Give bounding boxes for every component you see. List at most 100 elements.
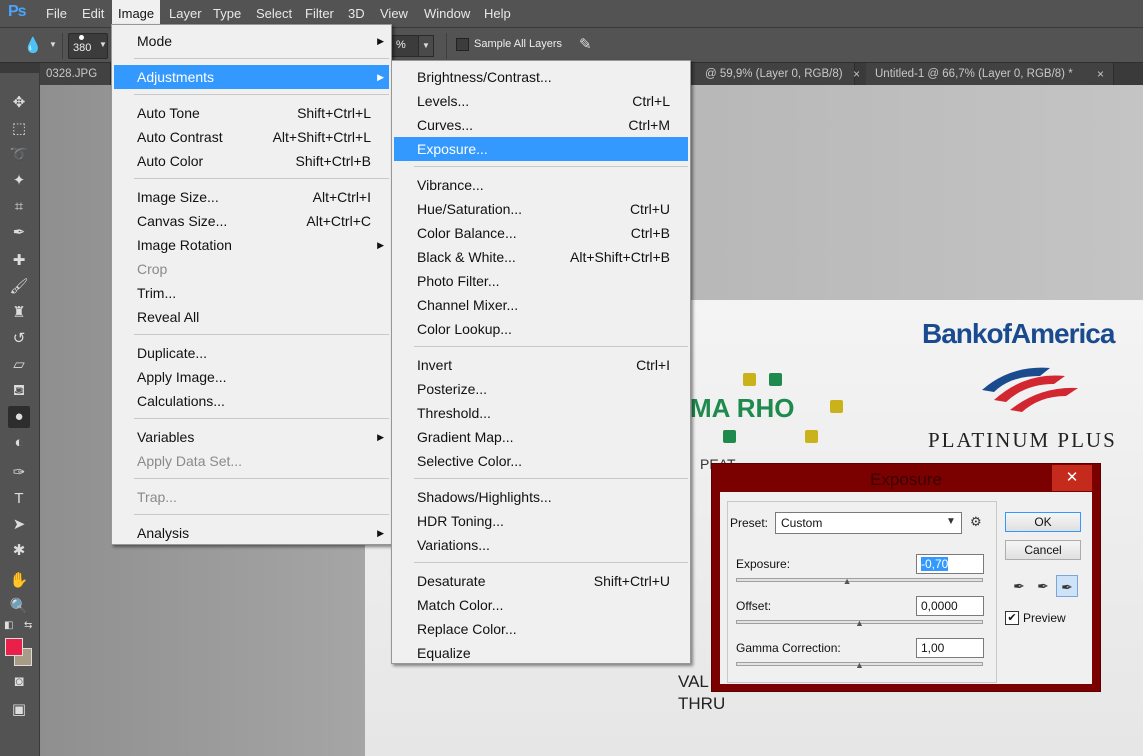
swap-colors-icon[interactable]: ⇆	[24, 620, 32, 631]
pen-tool-icon[interactable]: ✑	[8, 462, 30, 484]
blur-drop-icon[interactable]: 💧	[22, 35, 44, 57]
move-tool-icon[interactable]: ✥	[8, 92, 30, 114]
eraser-tool-icon[interactable]: ▱	[8, 354, 30, 376]
menu-item-hue-saturation[interactable]: Hue/Saturation... Ctrl+U	[394, 197, 688, 221]
menu-item-posterize[interactable]: Posterize...	[394, 377, 688, 401]
menu-item-canvas-size[interactable]: Canvas Size... Alt+Ctrl+C	[114, 209, 389, 233]
lasso-tool-icon[interactable]: ➰	[8, 144, 30, 166]
preset-select[interactable]: Custom	[775, 512, 962, 534]
strength-dropdown-icon[interactable]: ▼	[418, 36, 433, 56]
menu-item-calculations[interactable]: Calculations...	[114, 389, 389, 413]
magic-wand-tool-icon[interactable]: ✦	[8, 170, 30, 192]
gamma-slider-thumb[interactable]: ▲	[855, 661, 865, 670]
preset-options-gear-icon[interactable]: ⚙	[970, 514, 982, 530]
menu-item-replace-color[interactable]: Replace Color...	[394, 617, 688, 641]
menu-item-trim[interactable]: Trim...	[114, 281, 389, 305]
tab-close-icon[interactable]: ×	[853, 63, 860, 85]
sample-all-layers-checkbox[interactable]	[456, 38, 469, 51]
menu-edit[interactable]: Edit	[76, 0, 110, 28]
menu-item-photo-filter[interactable]: Photo Filter...	[394, 269, 688, 293]
shape-tool-icon[interactable]: ✱	[8, 540, 30, 562]
offset-input[interactable]: 0,0000	[916, 596, 984, 616]
menu-help[interactable]: Help	[478, 0, 517, 28]
document-tab-1[interactable]: 0328.JPG @	[40, 63, 111, 102]
paint-bucket-tool-icon[interactable]: ⛾	[8, 380, 30, 402]
offset-slider-thumb[interactable]: ▲	[855, 619, 865, 628]
dialog-close-button[interactable]: ✕	[1052, 465, 1092, 491]
marquee-tool-icon[interactable]: ⬚	[8, 118, 30, 140]
menu-item-channel-mixer[interactable]: Channel Mixer...	[394, 293, 688, 317]
tab-close-icon[interactable]: ×	[1097, 63, 1104, 85]
menu-item-brightness-contrast[interactable]: Brightness/Contrast...	[394, 65, 688, 89]
foreground-color-swatch[interactable]	[5, 638, 23, 656]
path-selection-tool-icon[interactable]: ➤	[8, 514, 30, 536]
menu-item-label: Auto Color	[137, 153, 204, 169]
menu-item-exposure[interactable]: Exposure...	[394, 137, 688, 161]
cancel-button[interactable]: Cancel	[1005, 540, 1081, 560]
card-thru-text: THRU	[678, 694, 726, 713]
menu-item-black-white[interactable]: Black & White... Alt+Shift+Ctrl+B	[394, 245, 688, 269]
menu-item-shadows-highlights[interactable]: Shadows/Highlights...	[394, 485, 688, 509]
screen-mode-icon[interactable]: ▣	[8, 699, 30, 721]
menu-item-curves[interactable]: Curves... Ctrl+M	[394, 113, 688, 137]
exposure-slider-thumb[interactable]: ▲	[842, 577, 852, 586]
white-point-eyedropper-icon[interactable]: ✒	[1056, 575, 1078, 597]
default-colors-icon[interactable]: ◧	[4, 620, 13, 631]
menu-item-selective-color[interactable]: Selective Color...	[394, 449, 688, 473]
menu-item-analysis[interactable]: Analysis ▶	[114, 521, 389, 545]
tools-panel-header[interactable]	[0, 63, 40, 73]
menu-item-invert[interactable]: Invert Ctrl+I	[394, 353, 688, 377]
menu-item-color-balance[interactable]: Color Balance... Ctrl+B	[394, 221, 688, 245]
menu-item-apply-image[interactable]: Apply Image...	[114, 365, 389, 389]
menu-item-image-rotation[interactable]: Image Rotation ▶	[114, 233, 389, 257]
menu-item-color-lookup[interactable]: Color Lookup...	[394, 317, 688, 341]
menu-item-desaturate[interactable]: Desaturate Shift+Ctrl+U	[394, 569, 688, 593]
hand-tool-icon[interactable]: ✋	[8, 570, 30, 592]
healing-brush-tool-icon[interactable]: ✚	[8, 250, 30, 272]
menu-item-reveal-all[interactable]: Reveal All	[114, 305, 389, 329]
menu-item-auto-contrast[interactable]: Auto Contrast Alt+Shift+Ctrl+L	[114, 125, 389, 149]
menu-item-auto-color[interactable]: Auto Color Shift+Ctrl+B	[114, 149, 389, 173]
menu-item-duplicate[interactable]: Duplicate...	[114, 341, 389, 365]
document-tab-3[interactable]: Untitled-1 @ 66,7% (Layer 0, RGB/8) *	[866, 63, 1114, 85]
menu-item-threshold[interactable]: Threshold...	[394, 401, 688, 425]
menu-item-variations[interactable]: Variations...	[394, 533, 688, 557]
exposure-slider-track[interactable]	[736, 578, 983, 582]
menu-item-equalize[interactable]: Equalize	[394, 641, 688, 665]
brush-dropdown-icon[interactable]: ▼	[99, 40, 107, 49]
pressure-pen-icon[interactable]: ✎	[579, 35, 597, 55]
menu-item-hdr-toning[interactable]: HDR Toning...	[394, 509, 688, 533]
type-tool-icon[interactable]: T	[8, 488, 30, 510]
document-tab-2[interactable]: @ 59,9% (Layer 0, RGB/8) *	[690, 63, 855, 102]
blur-tool-icon[interactable]: ●	[8, 406, 30, 428]
menu-item-vibrance[interactable]: Vibrance...	[394, 173, 688, 197]
menu-separator	[414, 166, 688, 167]
quick-mask-icon[interactable]: ◙	[8, 671, 30, 693]
dodge-tool-icon[interactable]: ◐	[8, 432, 30, 454]
menu-item-variables[interactable]: Variables ▶	[114, 425, 389, 449]
gray-point-eyedropper-icon[interactable]: ✒	[1032, 575, 1054, 597]
menu-item-gradient-map[interactable]: Gradient Map...	[394, 425, 688, 449]
menu-item-match-color[interactable]: Match Color...	[394, 593, 688, 617]
preview-checkbox[interactable]: ✔	[1005, 611, 1019, 625]
menu-item-label: Hue/Saturation...	[417, 201, 523, 217]
menu-item-auto-tone[interactable]: Auto Tone Shift+Ctrl+L	[114, 101, 389, 125]
brush-tool-icon[interactable]: 🖌	[8, 276, 30, 298]
eyedropper-tool-icon[interactable]: ✒	[8, 222, 30, 244]
menu-window[interactable]: Window	[418, 0, 476, 28]
exposure-input[interactable]: -0,70	[916, 554, 984, 574]
crop-tool-icon[interactable]: ⌗	[8, 196, 30, 218]
black-point-eyedropper-icon[interactable]: ✒	[1008, 575, 1030, 597]
zoom-tool-icon[interactable]: 🔍	[8, 596, 30, 618]
menu-file[interactable]: File	[40, 0, 73, 28]
ok-button[interactable]: OK	[1005, 512, 1081, 532]
menu-item-levels[interactable]: Levels... Ctrl+L	[394, 89, 688, 113]
clone-stamp-tool-icon[interactable]: ♜	[8, 302, 30, 324]
checkmark-icon: ✔	[1007, 612, 1017, 624]
tool-preset-dropdown-icon[interactable]: ▼	[49, 40, 57, 49]
menu-item-image-size[interactable]: Image Size... Alt+Ctrl+I	[114, 185, 389, 209]
menu-item-adjustments[interactable]: Adjustments ▶	[114, 65, 389, 89]
gamma-input[interactable]: 1,00	[916, 638, 984, 658]
menu-item-mode[interactable]: Mode ▶	[114, 29, 389, 53]
history-brush-tool-icon[interactable]: ↺	[8, 328, 30, 350]
